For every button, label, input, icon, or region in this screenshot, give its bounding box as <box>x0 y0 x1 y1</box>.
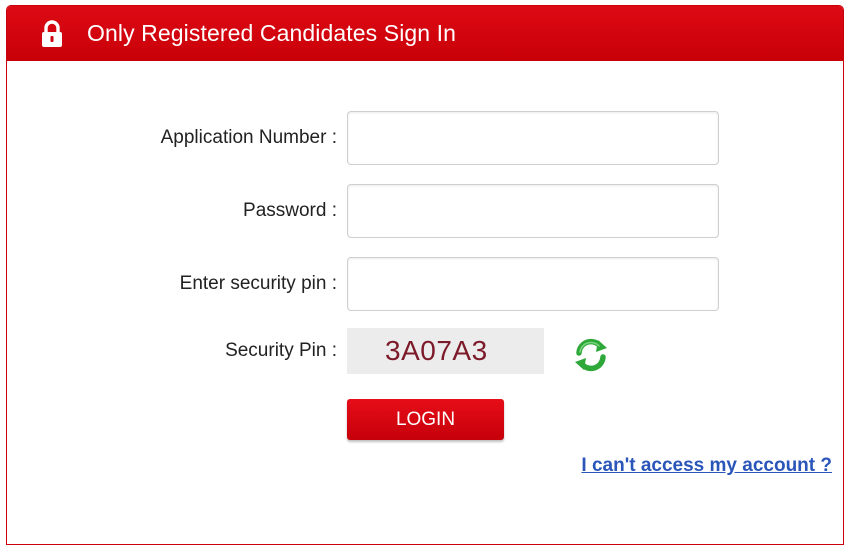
application-number-label: Application Number : <box>160 127 337 148</box>
cant-access-account-link[interactable]: I can't access my account ? <box>581 455 832 477</box>
panel-header: Only Registered Candidates Sign In <box>7 6 843 61</box>
sign-in-panel: Only Registered Candidates Sign In Appli… <box>6 5 844 545</box>
security-pin-input-row: Enter security pin : <box>7 257 843 311</box>
password-label: Password : <box>243 200 337 221</box>
security-pin-row: Security Pin : 3A07A3 <box>7 328 843 374</box>
application-number-input[interactable] <box>347 111 719 165</box>
login-button[interactable]: LOGIN <box>347 399 504 440</box>
panel-title: Only Registered Candidates Sign In <box>87 20 457 46</box>
security-pin-label: Security Pin : <box>225 340 337 361</box>
password-input[interactable] <box>347 184 719 238</box>
password-row: Password : <box>7 184 843 238</box>
security-pin-input-label: Enter security pin : <box>179 273 337 294</box>
captcha-image: 3A07A3 <box>347 328 544 374</box>
refresh-icon[interactable] <box>571 336 611 374</box>
application-number-row: Application Number : <box>7 111 843 165</box>
security-pin-input[interactable] <box>347 257 719 311</box>
lock-icon <box>37 19 67 49</box>
